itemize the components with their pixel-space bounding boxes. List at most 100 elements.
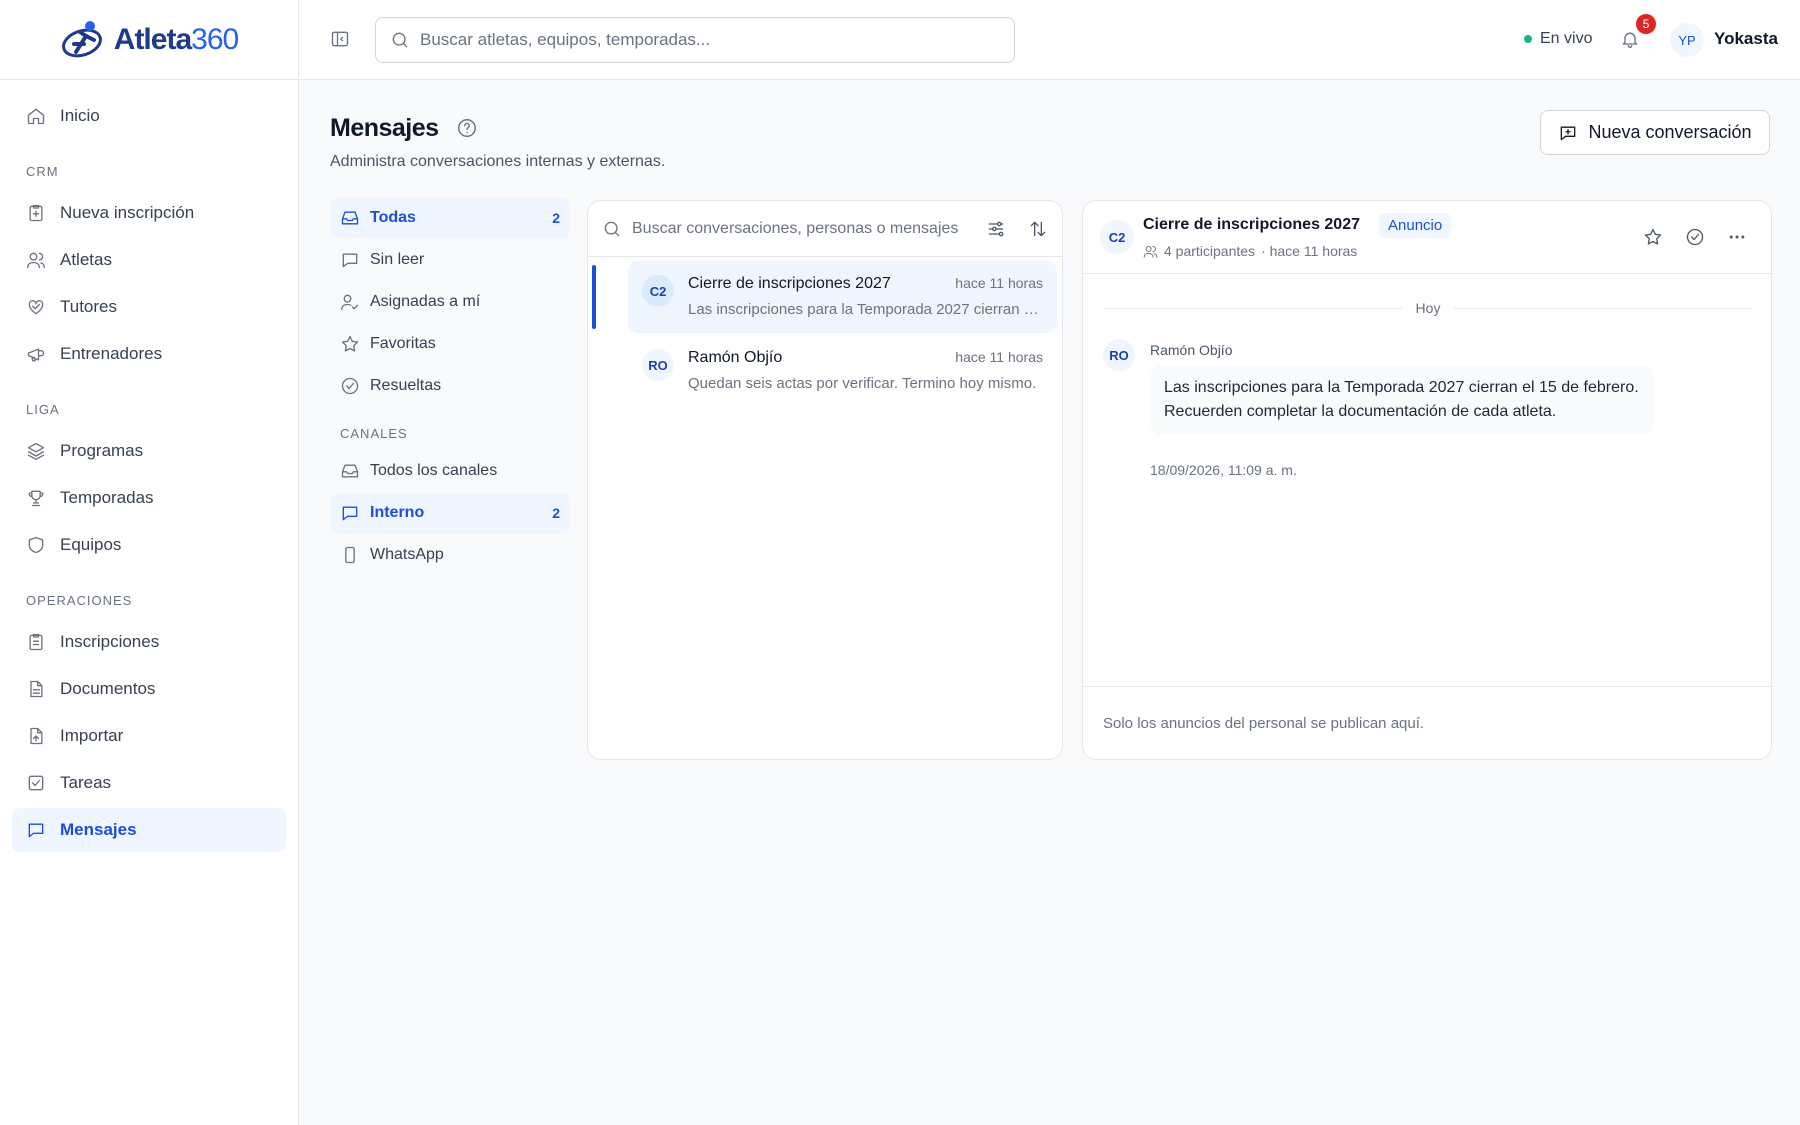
top-header: En vivo 5 YP Yokasta: [300, 0, 1800, 80]
star-icon[interactable]: [1643, 227, 1663, 247]
users-icon: [1143, 244, 1158, 259]
bell-icon[interactable]: [1620, 29, 1640, 49]
sidebar-item-importar[interactable]: Importar: [12, 714, 286, 758]
channel-todos[interactable]: Todos los canales: [330, 451, 570, 491]
sidebar-item-temporadas[interactable]: Temporadas: [12, 476, 286, 520]
layers-icon: [26, 441, 46, 461]
smartphone-icon: [340, 545, 360, 565]
search-icon: [602, 219, 622, 239]
sidebar-item-tutores[interactable]: Tutores: [12, 285, 286, 329]
thread-meta: 4 participantes · hace 11 horas: [1143, 243, 1357, 259]
sidebar-section-crm: CRM: [26, 164, 59, 179]
channels-title: CANALES: [340, 426, 408, 441]
active-indicator: [592, 265, 596, 329]
inbox-icon: [340, 208, 360, 228]
conversation-preview: Quedan seis actas por verificar. Termino…: [688, 375, 1037, 392]
filter-sin-leer[interactable]: Sin leer: [330, 240, 570, 280]
home-icon: [26, 106, 46, 126]
sidebar-nav: Inicio CRM Nueva inscripción Atletas Tut…: [0, 80, 298, 869]
sidebar-item-label: Temporadas: [60, 488, 154, 507]
thread-participants: 4 participantes: [1164, 243, 1256, 259]
day-label: Hoy: [1415, 300, 1441, 316]
user-avatar[interactable]: YP: [1670, 23, 1704, 57]
sidebar-item-inicio[interactable]: Inicio: [12, 94, 286, 138]
thread-avatar: C2: [1100, 220, 1134, 254]
channel-interno[interactable]: Interno 2: [330, 493, 570, 533]
filter-resueltas[interactable]: Resueltas: [330, 366, 570, 406]
sidebar-toggle-icon[interactable]: [330, 29, 350, 49]
filter-count: 2: [552, 210, 560, 226]
check-circle-icon: [340, 376, 360, 396]
sidebar-item-label: Atletas: [60, 250, 112, 269]
sidebar-item-nueva-inscripcion[interactable]: Nueva inscripción: [12, 191, 286, 235]
conversation-preview: Las inscripciones para la Temporada 2027…: [688, 301, 1043, 318]
star-icon: [340, 334, 360, 354]
sidebar-item-programas[interactable]: Programas: [12, 429, 286, 473]
sidebar-item-entrenadores[interactable]: Entrenadores: [12, 332, 286, 376]
search-icon: [390, 30, 410, 50]
file-upload-icon: [26, 726, 46, 746]
filter-asignadas[interactable]: Asignadas a mí: [330, 282, 570, 322]
clipboard-list-icon: [26, 632, 46, 652]
sidebar-item-tareas[interactable]: Tareas: [12, 761, 286, 805]
user-check-icon: [340, 292, 360, 312]
sort-icon[interactable]: [1028, 219, 1048, 239]
filter-label: Todas: [370, 209, 416, 226]
message-bubble: Las inscripciones para la Temporada 2027…: [1150, 365, 1654, 435]
new-conversation-label: Nueva conversación: [1588, 122, 1752, 142]
thread-header: C2 Cierre de inscripciones 2027 Anuncio …: [1083, 201, 1771, 274]
conversation-time: hace 11 horas: [955, 275, 1043, 291]
sliders-icon[interactable]: [986, 219, 1006, 239]
conversation-avatar: C2: [642, 275, 674, 307]
shield-icon: [26, 535, 46, 555]
thread-title: Cierre de inscripciones 2027: [1143, 216, 1360, 233]
conversation-search-input[interactable]: [632, 219, 964, 238]
sidebar-item-label: Entrenadores: [60, 344, 163, 363]
megaphone-icon: [26, 344, 46, 364]
checkbox-icon: [26, 773, 46, 793]
sidebar-item-atletas[interactable]: Atletas: [12, 238, 286, 282]
filter-favoritas[interactable]: Favoritas: [330, 324, 570, 364]
channel-label: Interno: [370, 504, 425, 521]
page-subtitle: Administra conversaciones internas y ext…: [330, 153, 666, 170]
message-timestamp: 18/09/2026, 11:09 a. m.: [1150, 462, 1297, 478]
conversation-top: Ramón Objío hace 11 horas: [688, 349, 1043, 367]
sidebar-item-mensajes[interactable]: Mensajes: [12, 808, 286, 852]
conversation-top: Cierre de inscripciones 2027 hace 11 hor…: [688, 275, 1043, 293]
filter-label: Resueltas: [370, 377, 442, 394]
check-circle-icon[interactable]: [1685, 227, 1705, 247]
notification-badge: 5: [1636, 14, 1656, 34]
thread-time: · hace 11 horas: [1261, 243, 1358, 259]
conversation-avatar: RO: [642, 349, 674, 381]
sidebar: Atleta360 Inicio CRM Nueva inscripción A…: [0, 0, 299, 1125]
more-horizontal-icon[interactable]: [1727, 227, 1747, 247]
sidebar-item-equipos[interactable]: Equipos: [12, 523, 286, 567]
message-avatar: RO: [1103, 339, 1135, 371]
new-conversation-button[interactable]: Nueva conversación: [1540, 110, 1770, 155]
global-search-input[interactable]: [420, 30, 1000, 50]
conversation-search[interactable]: [588, 201, 1062, 257]
separator-line: [1454, 307, 1753, 309]
inbox-icon: [340, 461, 360, 481]
filter-label: Sin leer: [370, 251, 425, 268]
filter-todas[interactable]: Todas 2: [330, 198, 570, 238]
help-icon[interactable]: [456, 117, 478, 139]
thread-footer-note: Solo los anuncios del personal se public…: [1083, 686, 1771, 759]
live-status: En vivo: [1524, 30, 1592, 48]
user-name[interactable]: Yokasta: [1714, 29, 1778, 49]
message-square-icon: [340, 503, 360, 523]
brand-logo[interactable]: Atleta360: [0, 0, 298, 80]
conversation-item[interactable]: RO Ramón Objío hace 11 horas Quedan seis…: [628, 335, 1057, 407]
sidebar-item-label: Importar: [60, 726, 124, 745]
global-search[interactable]: [375, 17, 1015, 63]
sidebar-item-inscripciones[interactable]: Inscripciones: [12, 620, 286, 664]
sidebar-item-documentos[interactable]: Documentos: [12, 667, 286, 711]
filter-label: Asignadas a mí: [370, 293, 481, 310]
channel-whatsapp[interactable]: WhatsApp: [330, 535, 570, 575]
sidebar-item-label: Tareas: [60, 773, 112, 792]
thread-actions: [1643, 227, 1747, 247]
day-separator: Hoy: [1103, 300, 1753, 316]
conversation-item[interactable]: C2 Cierre de inscripciones 2027 hace 11 …: [592, 261, 1057, 333]
conversation-time: hace 11 horas: [955, 349, 1043, 365]
channel-label: Todos los canales: [370, 462, 498, 479]
